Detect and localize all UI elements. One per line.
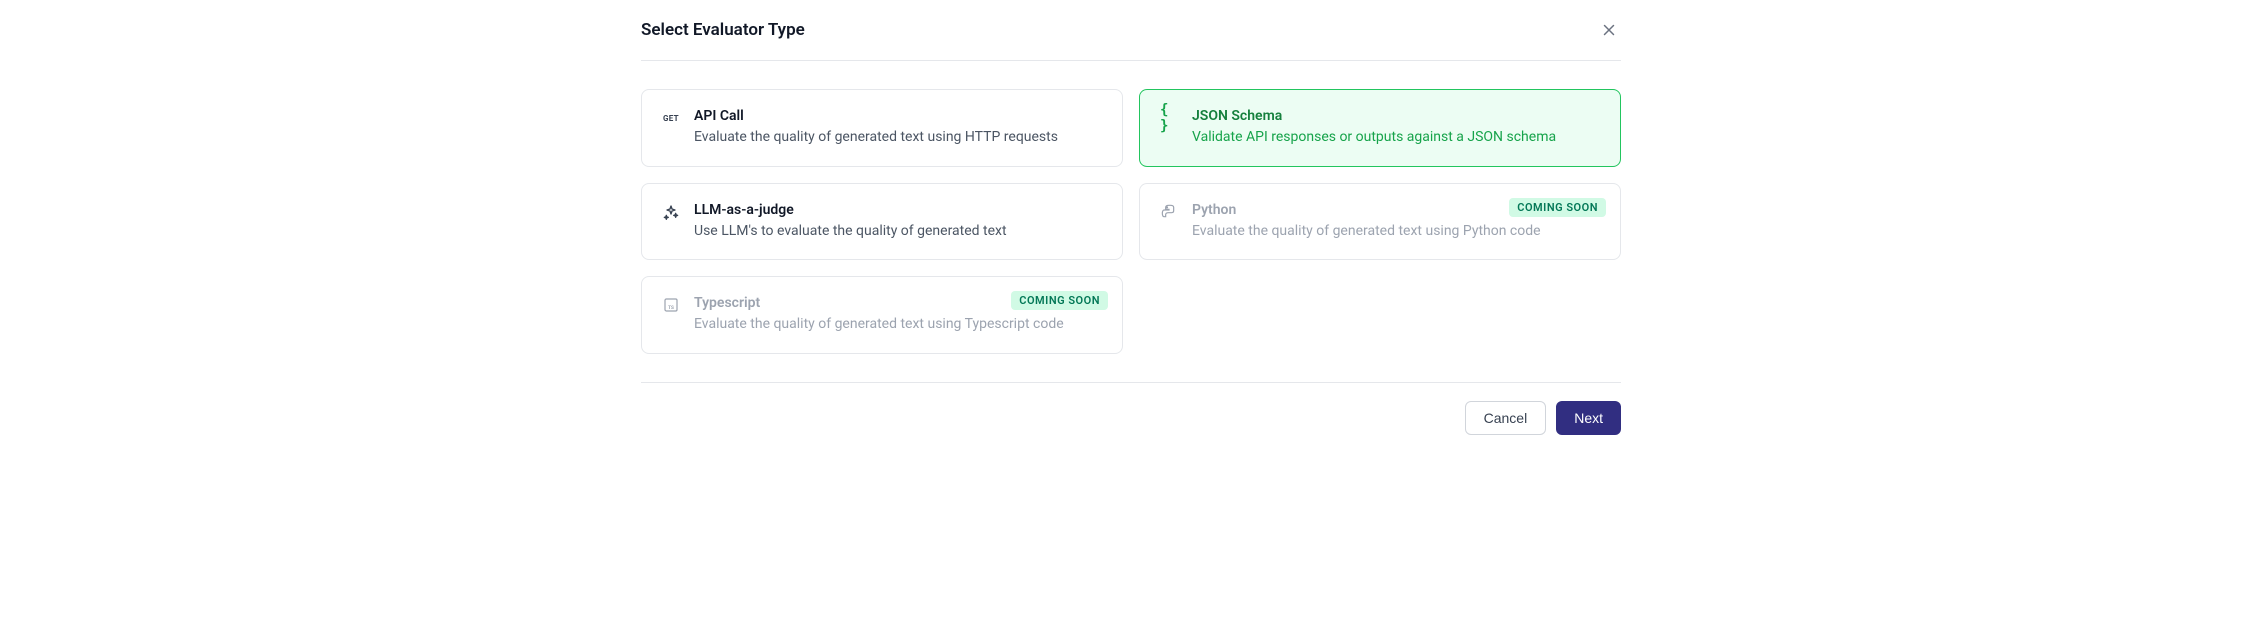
evaluator-type-modal: Select Evaluator Type GET API Call Evalu… [641,0,1621,453]
option-description: Use LLM's to evaluate the quality of gen… [694,222,1102,242]
option-description: Evaluate the quality of generated text u… [1192,222,1600,242]
python-icon [1160,203,1178,221]
option-title: JSON Schema [1192,108,1600,124]
option-llm-judge[interactable]: LLM-as-a-judge Use LLM's to evaluate the… [641,183,1123,261]
option-title: API Call [694,108,1102,124]
close-icon [1600,21,1618,39]
option-python: Python Evaluate the quality of generated… [1139,183,1621,261]
option-title: LLM-as-a-judge [694,202,1102,218]
option-api-call[interactable]: GET API Call Evaluate the quality of gen… [641,89,1123,167]
option-description: Evaluate the quality of generated text u… [694,128,1102,148]
next-button[interactable]: Next [1556,401,1621,435]
svg-text:TS: TS [668,305,674,311]
http-get-icon: GET [662,109,680,127]
option-typescript: TS Typescript Evaluate the quality of ge… [641,276,1123,354]
option-json-schema[interactable]: { } JSON Schema Validate API responses o… [1139,89,1621,167]
modal-header: Select Evaluator Type [641,0,1621,61]
coming-soon-badge: COMING SOON [1509,198,1606,217]
close-button[interactable] [1597,18,1621,42]
typescript-icon: TS [662,296,680,314]
modal-title: Select Evaluator Type [641,20,805,40]
cancel-button[interactable]: Cancel [1465,401,1547,435]
modal-footer: Cancel Next [641,382,1621,453]
sparkles-icon [662,203,680,221]
option-description: Validate API responses or outputs agains… [1192,128,1600,148]
braces-icon: { } [1160,109,1178,127]
coming-soon-badge: COMING SOON [1011,291,1108,310]
option-description: Evaluate the quality of generated text u… [694,315,1102,335]
modal-body: GET API Call Evaluate the quality of gen… [641,61,1621,382]
